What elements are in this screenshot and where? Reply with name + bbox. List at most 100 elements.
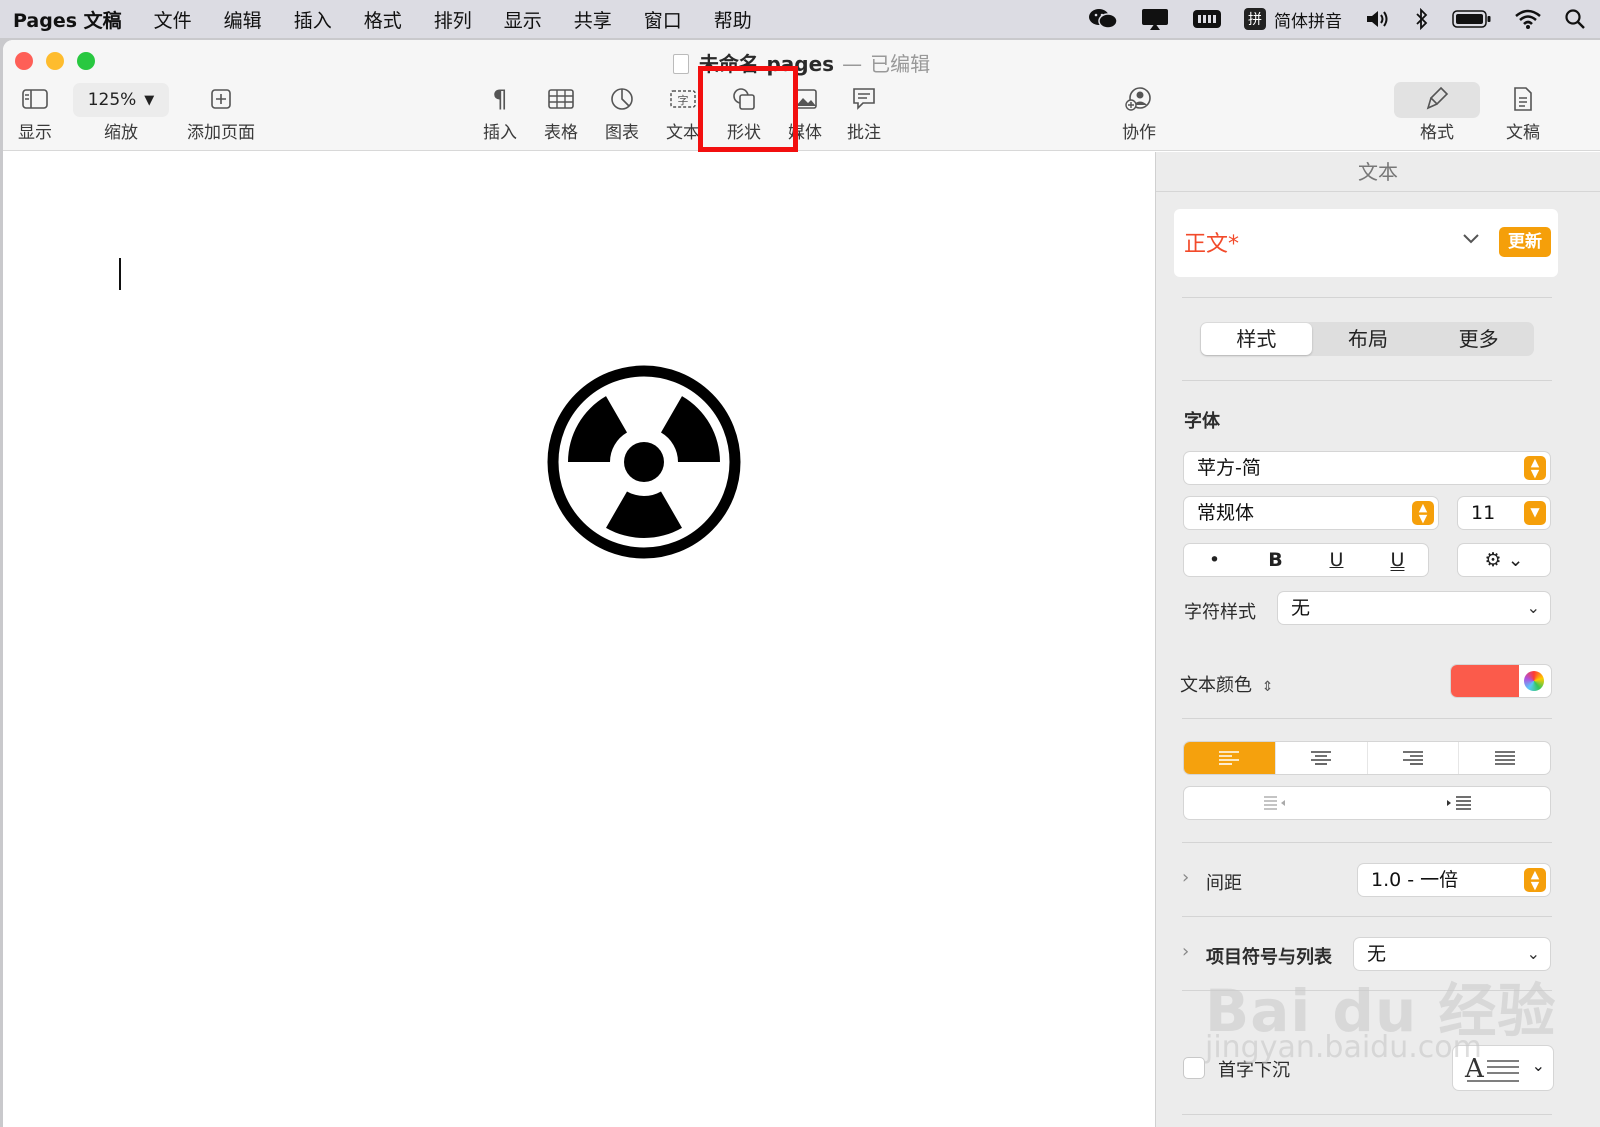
wifi-icon[interactable] [1514,8,1542,30]
menu-file[interactable]: 文件 [154,6,192,33]
align-right-icon [1402,751,1423,765]
add-page-button[interactable]: 添加页面 [185,86,257,143]
spotlight-search-icon[interactable] [1564,8,1586,30]
up-down-stepper-icon: ▲ ▼ [1524,868,1546,892]
window-title: 未命名.pages — 已编辑 [3,48,1600,77]
tab-layout[interactable]: 布局 [1313,322,1424,356]
font-family-select[interactable]: 苹方-简 ▲ ▼ [1184,452,1550,484]
chevron-down-icon[interactable] [1462,229,1480,250]
document-canvas[interactable] [3,152,1155,1127]
tab-more[interactable]: 更多 [1423,322,1534,356]
menu-view[interactable]: 显示 [504,6,542,33]
divider [1182,297,1552,298]
text-label: 文本 [666,123,700,143]
align-left-button[interactable] [1184,742,1276,774]
insert-label: 插入 [483,123,517,143]
bullet-dot-icon[interactable]: • [1184,544,1245,576]
menu-help[interactable]: 帮助 [714,6,752,33]
text-box-icon: 字 [669,86,697,112]
paragraph-style-name[interactable]: 正文* [1184,226,1239,258]
bluetooth-icon[interactable] [1414,8,1430,30]
justify-button[interactable] [1459,742,1550,774]
table-button[interactable]: 表格 [529,86,593,143]
comment-label: 批注 [847,123,881,143]
bold-button[interactable]: B [1245,544,1306,576]
chevron-down-icon: ▼ [1524,501,1546,525]
memory-icon[interactable] [1192,7,1222,31]
bullets-value: 无 [1367,943,1387,965]
text-color-label-text: 文本颜色 [1180,675,1252,696]
chevron-down-icon: ⌄ [1531,1056,1545,1075]
sidebar-icon [22,86,48,112]
font-weight-select[interactable]: 常规体 ▲ ▼ [1184,497,1438,529]
advanced-options-button[interactable]: ⚙ ⌄ [1458,544,1550,576]
view-button[interactable]: 显示 [3,86,67,143]
input-method[interactable]: 拼 简体拼音 [1244,7,1342,32]
menu-window[interactable]: 窗口 [644,6,682,33]
radiation-symbol-shape[interactable] [546,364,742,560]
baidu-watermark-url: jingyan.baidu.com [1205,1030,1482,1065]
collaborate-icon [1125,86,1153,112]
insert-button[interactable]: ¶ 插入 [468,85,532,143]
divider [1182,916,1552,917]
char-style-label: 字符样式 [1184,602,1256,623]
align-right-button[interactable] [1368,742,1460,774]
wechat-icon[interactable] [1088,7,1118,31]
dropcap-checkbox[interactable] [1184,1058,1204,1078]
volume-icon[interactable] [1364,8,1392,30]
divider [1182,380,1552,381]
align-center-button[interactable] [1276,742,1368,774]
pie-chart-icon [610,86,634,112]
char-style-select[interactable]: 无 ⌄ [1278,592,1550,624]
font-weight-value: 常规体 [1197,502,1255,524]
document-panel-icon [1513,86,1533,112]
status-area: 拼 简体拼音 [1088,0,1600,38]
underline-button[interactable]: U [1306,544,1367,576]
text-color-swatch[interactable] [1451,665,1519,697]
increase-indent-button[interactable] [1367,787,1550,819]
pinyin-icon: 拼 [1244,8,1266,30]
paintbrush-icon [1425,86,1449,112]
divider [1182,842,1552,843]
screen-mirror-icon[interactable] [1140,7,1170,31]
chart-label: 图表 [605,123,639,143]
menu-arrange[interactable]: 排列 [434,6,472,33]
color-wheel-icon[interactable] [1524,671,1544,691]
inspector-header: 文本 [1156,152,1600,192]
decrease-indent-button[interactable] [1184,787,1367,819]
format-button[interactable]: 格式 [1405,86,1469,143]
menu-format[interactable]: 格式 [364,6,402,33]
text-caret [119,258,121,290]
indent-icon [1446,796,1471,810]
align-left-icon [1219,751,1240,765]
comment-button[interactable]: 批注 [832,86,896,143]
add-page-icon [210,86,232,112]
bullets-disclosure-icon[interactable]: › [1182,941,1189,962]
battery-icon[interactable] [1452,9,1492,29]
tab-style[interactable]: 样式 [1201,323,1312,355]
collaborate-button[interactable]: 协作 [1107,86,1171,143]
text-color-label[interactable]: 文本颜色 ⇕ [1180,671,1273,697]
spacing-disclosure-icon[interactable]: › [1182,867,1189,888]
paragraph-style-card[interactable]: 正文* 更新 [1174,209,1558,277]
text-color-well[interactable] [1451,665,1551,697]
chart-button[interactable]: 图表 [590,86,654,143]
document-button[interactable]: 文稿 [1491,86,1555,143]
menu-insert[interactable]: 插入 [294,6,332,33]
add-page-label: 添加页面 [187,123,255,143]
menu-app-name[interactable]: Pages 文稿 [13,6,122,33]
spacing-label[interactable]: 间距 [1206,869,1242,895]
font-size-field[interactable]: 11 ▼ [1458,497,1550,529]
spacing-select[interactable]: 1.0 - 一倍 ▲ ▼ [1358,864,1550,896]
table-label: 表格 [544,123,578,143]
menu-share[interactable]: 共享 [574,6,612,33]
shape-button-highlight [698,66,798,152]
menu-edit[interactable]: 编辑 [224,6,262,33]
up-down-stepper-icon: ▲ ▼ [1524,456,1546,480]
font-family-value: 苹方-简 [1197,457,1261,479]
update-style-button[interactable]: 更新 [1499,227,1551,257]
alignment-buttons [1184,742,1550,774]
text-style-buttons: • B U U [1184,544,1428,576]
comment-icon [851,86,877,112]
double-underline-button[interactable]: U [1367,544,1428,576]
